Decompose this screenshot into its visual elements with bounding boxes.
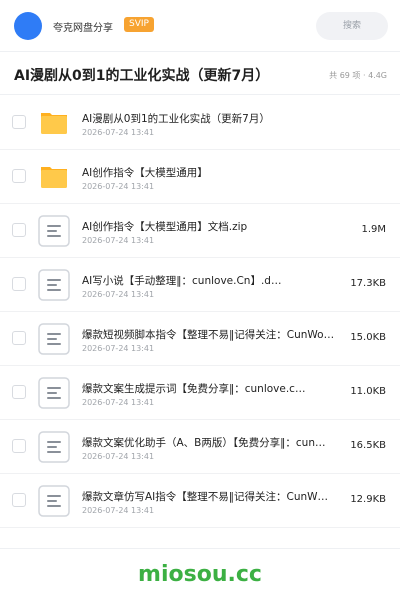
folder-meta: 共 69 项 · 4.4G xyxy=(329,71,387,80)
file-size: 12.9KB xyxy=(350,494,386,505)
file-name: AI漫剧从0到1的工业化实战（更新7月） xyxy=(82,113,270,125)
file-date: 2026-07-24 13:41 xyxy=(82,182,155,191)
file-date: 2026-07-24 13:41 xyxy=(82,344,155,353)
file-size: 16.5KB xyxy=(350,440,386,451)
file-name: 爆款文案生成提示词【免费分享‖：cunlove.c… xyxy=(82,383,306,395)
avatar[interactable] xyxy=(14,12,42,40)
file-date: 2026-07-24 13:41 xyxy=(82,236,155,245)
file-list: AI漫剧从0到1的工业化实战（更新7月） 2026-07-24 13:41 AI创作… xyxy=(0,96,400,528)
search-input[interactable] xyxy=(316,12,388,40)
document-icon xyxy=(38,485,70,517)
file-size: 1.9M xyxy=(361,224,386,235)
file-name: 爆款短视频脚本指令【整理不易‖记得关注：CunWo… xyxy=(82,329,335,341)
app-header: 夸克网盘分享 SVIP xyxy=(0,0,400,52)
row-checkbox[interactable] xyxy=(12,169,26,183)
list-item[interactable]: 爆款文案生成提示词【免费分享‖：cunlove.c… 2026-07-24 13:… xyxy=(0,366,400,420)
list-item[interactable]: AI创作指令【大模型通用】 2026-07-24 13:41 xyxy=(0,150,400,204)
row-checkbox[interactable] xyxy=(12,385,26,399)
row-checkbox[interactable] xyxy=(12,331,26,345)
folder-icon xyxy=(38,161,70,193)
row-checkbox[interactable] xyxy=(12,277,26,291)
list-item[interactable]: 爆款文章仿写AI指令【整理不易‖记得关注：CunW… 2026-07-24 13:… xyxy=(0,474,400,528)
document-icon xyxy=(38,215,70,247)
page-title: AI漫剧从0到1的工业化实战（更新7月） xyxy=(14,68,270,84)
document-icon xyxy=(38,377,70,409)
watermark: miosou.cc xyxy=(138,562,262,587)
list-item[interactable]: AI创作指令【大模型通用】文档.zip 2026-07-24 13:41 1.9M xyxy=(0,204,400,258)
footer: miosou.cc xyxy=(0,548,400,600)
file-name: 爆款文章仿写AI指令【整理不易‖记得关注：CunW… xyxy=(82,491,329,503)
file-name: 爆款文案优化助手（A、B两版）【免费分享‖：cun… xyxy=(82,437,326,449)
file-size: 17.3KB xyxy=(350,278,386,289)
folder-icon xyxy=(38,107,70,139)
row-checkbox[interactable] xyxy=(12,493,26,507)
list-item[interactable]: AI写小说【手动整理‖：cunlove.Cn】.d… 2026-07-24 13:… xyxy=(0,258,400,312)
folder-title-bar: AI漫剧从0到1的工业化实战（更新7月） 共 69 项 · 4.4G xyxy=(0,53,400,95)
row-checkbox[interactable] xyxy=(12,115,26,129)
document-icon xyxy=(38,431,70,463)
file-date: 2026-07-24 13:41 xyxy=(82,128,155,137)
row-checkbox[interactable] xyxy=(12,223,26,237)
file-date: 2026-07-24 13:41 xyxy=(82,452,155,461)
list-item[interactable]: AI漫剧从0到1的工业化实战（更新7月） 2026-07-24 13:41 xyxy=(0,96,400,150)
svip-badge: SVIP xyxy=(124,17,154,32)
user-name: 夸克网盘分享 xyxy=(53,23,113,34)
file-size: 11.0KB xyxy=(350,386,386,397)
list-item[interactable]: 爆款文案优化助手（A、B两版）【免费分享‖：cun… 2026-07-24 13:… xyxy=(0,420,400,474)
document-icon xyxy=(38,269,70,301)
file-name: AI创作指令【大模型通用】文档.zip xyxy=(82,221,248,233)
document-icon xyxy=(38,323,70,355)
file-date: 2026-07-24 13:41 xyxy=(82,506,155,515)
file-date: 2026-07-24 13:41 xyxy=(82,398,155,407)
row-checkbox[interactable] xyxy=(12,439,26,453)
file-date: 2026-07-24 13:41 xyxy=(82,290,155,299)
list-item[interactable]: 爆款短视频脚本指令【整理不易‖记得关注：CunWo… 2026-07-24 13:… xyxy=(0,312,400,366)
file-size: 15.0KB xyxy=(350,332,386,343)
file-name: AI写小说【手动整理‖：cunlove.Cn】.d… xyxy=(82,275,282,287)
file-name: AI创作指令【大模型通用】 xyxy=(82,167,208,179)
